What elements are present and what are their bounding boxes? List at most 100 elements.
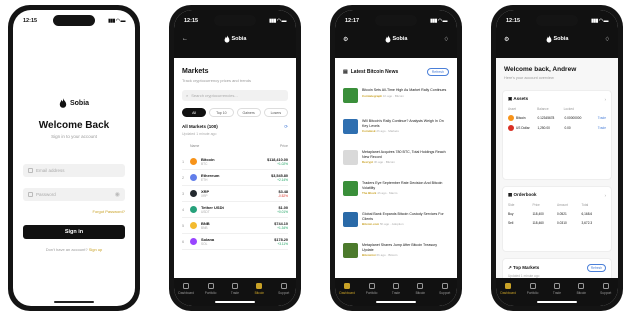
tab-trade[interactable]: Trade	[547, 283, 567, 295]
password-field[interactable]: Password ◉	[23, 188, 125, 201]
tab-bitcoin[interactable]: Bitcoin	[571, 283, 591, 295]
news-source: Decrypt	[362, 160, 374, 165]
news-text: Global Bank Expands Bitcoin Custody Serv…	[362, 212, 449, 227]
news-text: Metaplanet Shares Jump After Bitcoin Tre…	[362, 243, 449, 258]
news-header: ▤ Latest Bitcoin News Refresh	[343, 68, 449, 76]
assets-header[interactable]: ▣ Assets ›	[503, 91, 611, 102]
orders-col: Price	[532, 203, 540, 207]
chip-top10[interactable]: Top 10	[209, 108, 234, 117]
asset-row[interactable]: US Dollar 1,250.00 0.00 Trade	[503, 121, 611, 131]
news-meta: Coindesk 2h ago · Markets	[362, 129, 449, 134]
col-locked: Locked	[563, 107, 574, 111]
bell-icon[interactable]: ♢	[444, 36, 449, 43]
tab-support[interactable]: Support	[274, 283, 294, 295]
col-name: Name	[190, 144, 200, 148]
coin-row[interactable]: 4 Tether USDt USDT $1.00 +0.01%	[182, 202, 288, 218]
tab-dashboard[interactable]: Dashboard	[176, 283, 196, 295]
tab-bitcoin[interactable]: Bitcoin	[410, 283, 430, 295]
coin-row[interactable]: 3 XRP XRP $3.48 -0.52%	[182, 186, 288, 202]
tab-dashboard[interactable]: Dashboard	[337, 283, 357, 295]
news-source: The Block	[362, 191, 377, 196]
refresh-icon[interactable]: ⟳	[284, 124, 288, 130]
forgot-password-link[interactable]: Forgot Password?	[93, 209, 125, 214]
coin-icon	[190, 222, 197, 229]
news-meta: The Block 4h ago · Macro	[362, 191, 449, 196]
tab-portfolio[interactable]: Portfolio	[362, 283, 382, 295]
col-price: Price	[280, 144, 288, 148]
orders-grid: Side Price Amount Total Buy 118,400 0.0521 6,16…	[503, 198, 611, 225]
asset-trade-link[interactable]: Trade	[592, 116, 606, 120]
news-item[interactable]: Will Bitcoin's Rally Continue? Analysts …	[343, 116, 449, 147]
markets-card-header: All Markets (100) ⟳	[182, 124, 288, 130]
coin-row[interactable]: 5 BNB BNB $744.10 +1.34%	[182, 218, 288, 234]
settings-icon[interactable]: ⚙	[504, 36, 509, 43]
login-subtitle: Sign in to your account	[51, 134, 97, 139]
tab-label: Dashboard	[339, 291, 355, 295]
coin-row[interactable]: 1 Bitcoin BTC $118,410.00 +1.02%	[182, 154, 288, 170]
coin-name: Bitcoin BTC	[201, 157, 267, 166]
coin-list: 1 Bitcoin BTC $118,410.00 +1.02% 2 Ethereum ETH…	[182, 154, 288, 250]
flame-icon	[546, 35, 551, 43]
brand-name: Sobia	[553, 36, 569, 42]
coin-name: XRP XRP	[201, 189, 278, 198]
email-field[interactable]: Email address	[23, 164, 125, 177]
status-icons: ▮▮▮ ◠ ▬	[108, 18, 125, 24]
news-headline: Metaplanet Shares Jump After Bitcoin Tre…	[362, 243, 438, 252]
asset-row[interactable]: Bitcoin 0.12345678 0.00000000 Trade	[503, 111, 611, 121]
eye-icon[interactable]: ◉	[115, 191, 120, 198]
tab-support[interactable]: Support	[435, 283, 455, 295]
search-input[interactable]: ⌕ Search cryptocurrencies...	[182, 90, 288, 101]
tab-trade[interactable]: Trade	[225, 283, 245, 295]
tab-portfolio[interactable]: Portfolio	[201, 283, 221, 295]
news-headline: Will Bitcoin's Rally Continue? Analysts …	[362, 119, 444, 128]
flame-icon	[385, 35, 390, 43]
refresh-button[interactable]: Refresh	[426, 68, 449, 76]
orders-panel: ▦ Orderbook › Side Price Amount Total Buy 118…	[502, 186, 612, 252]
search-placeholder: Search cryptocurrencies...	[191, 93, 238, 98]
settings-icon[interactable]: ⚙	[343, 36, 348, 43]
asset-name: Bitcoin	[516, 116, 526, 120]
tab-label: Portfolio	[204, 291, 217, 295]
coin-change: +1.34%	[277, 225, 288, 230]
welcome-subtitle: Here's your account overview	[504, 76, 554, 80]
coin-row[interactable]: 2 Ethereum ETH $3,545.80 +2.14%	[182, 170, 288, 186]
news-item[interactable]: Bitcoin Sets All-Time High As Market Ral…	[343, 85, 449, 116]
news-item[interactable]: Metaplanet Shares Jump After Bitcoin Tre…	[343, 240, 449, 271]
tab-trade[interactable]: Trade	[386, 283, 406, 295]
news-item[interactable]: Metaplanet Acquires 780 BTC, Total Holdi…	[343, 147, 449, 178]
news-item[interactable]: Global Bank Expands Bitcoin Custody Serv…	[343, 209, 449, 240]
coin-row[interactable]: 6 Solana SOL $178.20 +3.11%	[182, 234, 288, 250]
asset-trade-link[interactable]: Trade	[592, 126, 606, 130]
coin-icon	[190, 174, 197, 181]
signup-link[interactable]: Sign up	[89, 247, 103, 252]
news-thumbnail	[343, 88, 358, 103]
tab-icon	[256, 283, 263, 289]
coin-symbol: XRP	[201, 194, 208, 198]
assets-cols: Asset Balance Locked	[503, 102, 611, 111]
coin-change: +1.02%	[277, 161, 288, 166]
bell-icon[interactable]: ♢	[605, 36, 610, 43]
tab-dashboard[interactable]: Dashboard	[498, 283, 518, 295]
back-arrow-icon[interactable]: ←	[182, 36, 188, 42]
signup-prompt: Don't have an account? Sign up	[13, 247, 135, 252]
signin-button[interactable]: Sign in	[23, 225, 125, 239]
header-brand: Sobia	[546, 35, 569, 43]
chip-losers[interactable]: Losers	[263, 108, 288, 117]
news-item[interactable]: Traders Eye September Rate Decision And …	[343, 178, 449, 209]
tab-label: Support	[439, 291, 451, 295]
tab-support[interactable]: Support	[596, 283, 616, 295]
coin-price: $3,545.80 +2.14%	[271, 173, 288, 182]
orders-title: Orderbook	[513, 192, 537, 197]
chip-all[interactable]: All	[182, 108, 207, 117]
chip-gainers[interactable]: Gainers	[236, 108, 261, 117]
markets-screen: 12:15 ▮▮▮ ◠ ▬ ← Sobia Markets Track cryp…	[174, 10, 296, 306]
orders-cell: 118,400	[532, 212, 544, 216]
mail-icon	[28, 168, 33, 173]
tab-bitcoin[interactable]: Bitcoin	[249, 283, 269, 295]
refresh-button[interactable]: Refresh	[586, 264, 606, 272]
tab-portfolio[interactable]: Portfolio	[523, 283, 543, 295]
orders-header[interactable]: ▦ Orderbook ›	[503, 187, 611, 198]
lock-icon	[28, 192, 33, 197]
orders-cell: 118,460	[532, 221, 544, 225]
news-source: Cointelegraph	[362, 93, 383, 98]
